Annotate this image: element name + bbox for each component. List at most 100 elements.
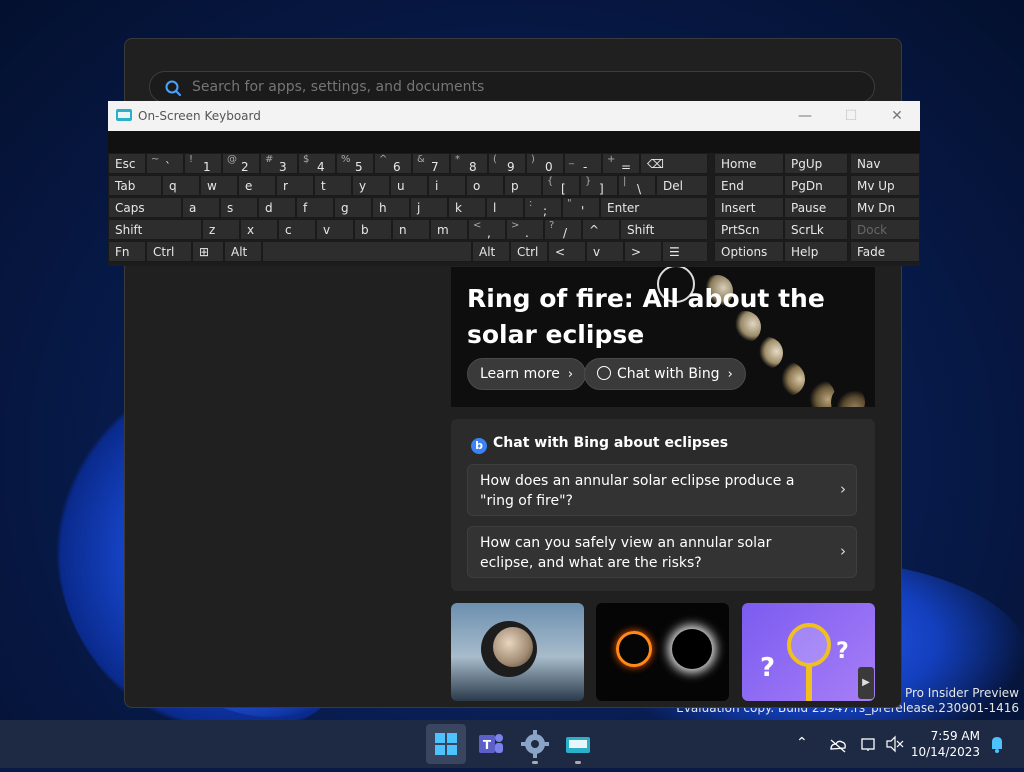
osk-key[interactable]: o: [466, 175, 504, 196]
osk-key[interactable]: a: [182, 197, 220, 218]
osk-key[interactable]: Esc: [108, 153, 146, 174]
search-input[interactable]: [192, 76, 792, 98]
osk-key[interactable]: (9: [488, 153, 526, 174]
minimize-button[interactable]: —: [782, 101, 828, 131]
clock[interactable]: 7:59 AM 10/14/2023: [911, 728, 980, 760]
image-result-telescope[interactable]: [451, 603, 584, 701]
notifications-button[interactable]: [988, 720, 1006, 768]
osk-key[interactable]: + =: [602, 153, 640, 174]
learn-more-button[interactable]: Learn more ›: [467, 358, 587, 390]
osk-key[interactable]: j: [410, 197, 448, 218]
osk-key[interactable]: :;: [524, 197, 562, 218]
osk-key[interactable]: ⊞: [192, 241, 224, 262]
osk-key[interactable]: >: [624, 241, 662, 262]
osk-key[interactable]: Alt: [224, 241, 262, 262]
osk-key[interactable]: * 8: [450, 153, 488, 174]
osk-key[interactable]: [262, 241, 472, 262]
on-screen-keyboard-taskbar-button[interactable]: [558, 724, 598, 764]
osk-key[interactable]: ⌫: [640, 153, 708, 174]
osk-key[interactable]: ^ 6: [374, 153, 412, 174]
settings-button[interactable]: [515, 724, 555, 764]
image-result-questions[interactable]: ? ?: [742, 603, 875, 701]
osk-key[interactable]: {[: [542, 175, 580, 196]
osk-key[interactable]: Del: [656, 175, 708, 196]
osk-key[interactable]: p: [504, 175, 542, 196]
osk-key[interactable]: ) 0: [526, 153, 564, 174]
eclipse-hero-card[interactable]: Ring of fire: All about the solar eclips…: [451, 267, 875, 407]
osk-nav-key[interactable]: Help: [784, 241, 848, 262]
osk-key[interactable]: e: [238, 175, 276, 196]
osk-key[interactable]: #3: [260, 153, 298, 174]
osk-key[interactable]: ^: [582, 219, 620, 240]
osk-key[interactable]: f: [296, 197, 334, 218]
scroll-right-button[interactable]: ▶: [858, 667, 874, 699]
osk-key[interactable]: ! 1: [184, 153, 222, 174]
osk-key[interactable]: w: [200, 175, 238, 196]
suggested-question[interactable]: How does an annular solar eclipse produc…: [467, 464, 857, 516]
osk-key[interactable]: t: [314, 175, 352, 196]
osk-nav-key[interactable]: PgDn: [784, 175, 848, 196]
network-status[interactable]: [828, 720, 848, 768]
osk-key[interactable]: Ctrl: [146, 241, 192, 262]
teams-button[interactable]: T: [470, 724, 510, 764]
osk-key[interactable]: Fn: [108, 241, 146, 262]
osk-key[interactable]: <,: [468, 219, 506, 240]
osk-key[interactable]: z: [202, 219, 240, 240]
osk-key[interactable]: Caps: [108, 197, 182, 218]
chat-with-bing-button[interactable]: Chat with Bing ›: [584, 358, 746, 390]
osk-key[interactable]: $4: [298, 153, 336, 174]
osk-key[interactable]: ~ `: [146, 153, 184, 174]
osk-key[interactable]: x: [240, 219, 278, 240]
osk-key[interactable]: | \: [618, 175, 656, 196]
osk-key[interactable]: Alt: [472, 241, 510, 262]
osk-key[interactable]: k: [448, 197, 486, 218]
osk-key[interactable]: _ -: [564, 153, 602, 174]
osk-key[interactable]: @2: [222, 153, 260, 174]
osk-key[interactable]: }]: [580, 175, 618, 196]
osk-key[interactable]: Shift: [620, 219, 708, 240]
osk-key[interactable]: & 7: [412, 153, 450, 174]
osk-nav-key[interactable]: PrtScn: [714, 219, 784, 240]
osk-nav-key[interactable]: Pause: [784, 197, 848, 218]
osk-key[interactable]: h: [372, 197, 410, 218]
osk-key[interactable]: l: [486, 197, 524, 218]
osk-nav-key[interactable]: PgUp: [784, 153, 848, 174]
osk-nav-key[interactable]: Options: [714, 241, 784, 262]
osk-key[interactable]: s: [220, 197, 258, 218]
osk-nav-key[interactable]: Mv Dn: [850, 197, 920, 218]
osk-titlebar[interactable]: On-Screen Keyboard — ☐ ✕: [108, 101, 920, 131]
osk-key[interactable]: i: [428, 175, 466, 196]
osk-nav-key[interactable]: Nav: [850, 153, 920, 174]
search-box[interactable]: [149, 71, 875, 103]
osk-nav-key[interactable]: Fade: [850, 241, 920, 262]
osk-key[interactable]: c: [278, 219, 316, 240]
image-result-eclipse[interactable]: [596, 603, 729, 701]
osk-key[interactable]: v: [586, 241, 624, 262]
osk-key[interactable]: Tab: [108, 175, 162, 196]
osk-nav-key[interactable]: End: [714, 175, 784, 196]
osk-key[interactable]: q: [162, 175, 200, 196]
osk-key[interactable]: n: [392, 219, 430, 240]
maximize-button[interactable]: ☐: [828, 101, 874, 131]
osk-key[interactable]: >.: [506, 219, 544, 240]
osk-nav-key[interactable]: Mv Up: [850, 175, 920, 196]
osk-key[interactable]: ☰: [662, 241, 708, 262]
osk-key[interactable]: d: [258, 197, 296, 218]
osk-key[interactable]: Enter: [600, 197, 708, 218]
osk-nav-key[interactable]: ScrLk: [784, 219, 848, 240]
osk-key[interactable]: y: [352, 175, 390, 196]
osk-key[interactable]: ? /: [544, 219, 582, 240]
volume-icon-button[interactable]: [885, 720, 905, 768]
osk-key[interactable]: b: [354, 219, 392, 240]
osk-key[interactable]: <: [548, 241, 586, 262]
osk-nav-key[interactable]: Insert: [714, 197, 784, 218]
network-icon-button[interactable]: [859, 720, 879, 768]
close-button[interactable]: ✕: [874, 101, 920, 131]
osk-key[interactable]: Ctrl: [510, 241, 548, 262]
osk-key[interactable]: " ': [562, 197, 600, 218]
osk-key[interactable]: % 5: [336, 153, 374, 174]
osk-key[interactable]: g: [334, 197, 372, 218]
start-button[interactable]: [426, 724, 466, 764]
suggested-question[interactable]: How can you safely view an annular solar…: [467, 526, 857, 578]
osk-key[interactable]: m: [430, 219, 468, 240]
